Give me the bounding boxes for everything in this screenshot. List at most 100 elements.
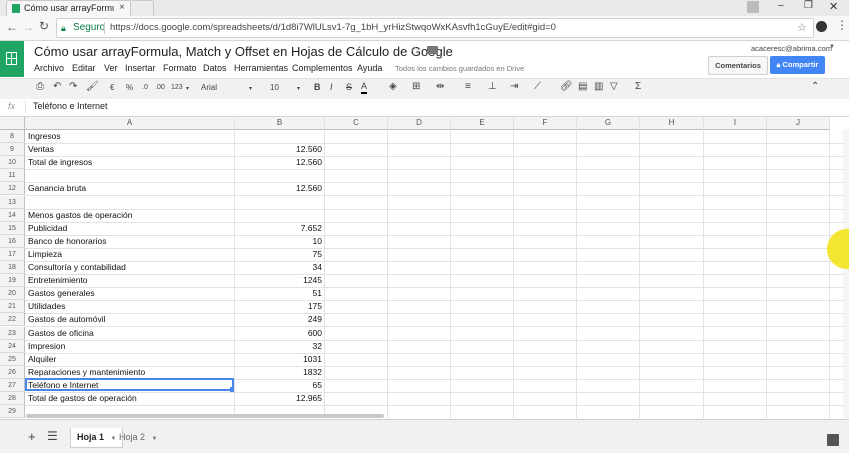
row-header[interactable]: 26 (0, 366, 25, 379)
text-wrap-icon[interactable]: ⇥ (510, 81, 518, 92)
menu-ayuda[interactable]: Ayuda (357, 63, 382, 73)
cell-a[interactable]: Ventas (28, 143, 54, 156)
fill-color-icon[interactable]: ◈ (389, 81, 397, 92)
explore-icon[interactable] (827, 434, 839, 446)
undo-icon[interactable]: ↶ (53, 81, 61, 92)
font-size-dropdown-icon[interactable]: ▾ (297, 85, 300, 92)
font-size-select[interactable]: 10 (270, 83, 279, 92)
currency-format-button[interactable]: € (110, 83, 114, 92)
row-header[interactable]: 27 (0, 379, 25, 392)
increase-decimals-button[interactable]: .00 (155, 84, 165, 91)
select-all-corner[interactable] (0, 117, 25, 130)
menu-insertar[interactable]: Insertar (125, 63, 156, 73)
bookmark-star-icon[interactable]: ☆ (797, 19, 807, 37)
account-email[interactable]: acaceresc@abrima.com (751, 44, 832, 53)
vertical-align-icon[interactable]: ⊥ (488, 81, 497, 92)
menu-editar[interactable]: Editar (72, 63, 96, 73)
browser-tab-active[interactable]: Cómo usar arrayFormula × (6, 0, 132, 17)
cell-b[interactable]: 34 (236, 261, 322, 274)
decrease-decimals-button[interactable]: .0 (142, 84, 148, 91)
column-header-f[interactable]: F (514, 117, 577, 130)
row-header[interactable]: 13 (0, 196, 25, 209)
row-header[interactable]: 25 (0, 353, 25, 366)
italic-button[interactable]: I (330, 82, 333, 92)
row-header[interactable]: 21 (0, 300, 25, 313)
column-header-h[interactable]: H (640, 117, 704, 130)
cell-b[interactable]: 1245 (236, 274, 322, 287)
cell-a[interactable]: Gastos de oficina (28, 327, 94, 340)
url-field[interactable]: 🔒︎ Seguro https://docs.google.com/spread… (56, 18, 814, 38)
cell-b[interactable]: 1832 (236, 366, 322, 379)
cell-b[interactable]: 1031 (236, 353, 322, 366)
spreadsheet-grid[interactable]: ABCDEFGHIJ 8 Ingresos 9 Ventas 12.560 10 Total… (0, 117, 849, 418)
share-button[interactable]: 🔒︎ Compartir (770, 56, 825, 74)
row-header[interactable]: 28 (0, 392, 25, 405)
cell-a[interactable]: Gastos generales (28, 287, 95, 300)
horizontal-align-icon[interactable]: ≡ (465, 81, 471, 92)
cell-a[interactable]: Ingresos (28, 130, 61, 143)
cell-b[interactable]: 10 (236, 235, 322, 248)
menu-complementos[interactable]: Complementos (292, 63, 353, 73)
menu-datos[interactable]: Datos (203, 63, 227, 73)
browser-menu-icon[interactable]: ⋮ (836, 18, 848, 32)
row-header[interactable]: 11 (0, 169, 25, 182)
back-arrow-icon[interactable]: ← (6, 20, 18, 34)
cell-b[interactable]: 51 (236, 287, 322, 300)
save-status[interactable]: Todos los cambios guardados en Drive (395, 64, 524, 73)
cell-b[interactable]: 12.560 (236, 182, 322, 195)
row-header[interactable]: 16 (0, 235, 25, 248)
minimize-icon[interactable]: – (778, 0, 784, 11)
row-header[interactable]: 15 (0, 222, 25, 235)
cell-a[interactable]: Utilidades (28, 300, 65, 313)
new-tab-button[interactable] (130, 0, 154, 17)
cell-a[interactable]: Impresion (28, 340, 65, 353)
insert-chart-icon[interactable]: ▥ (594, 81, 603, 92)
folder-icon[interactable] (427, 46, 438, 54)
filter-icon[interactable]: ▽ (610, 81, 618, 92)
close-window-icon[interactable]: ✕ (829, 0, 838, 13)
column-header-j[interactable]: J (767, 117, 830, 130)
cell-a[interactable]: Alquiler (28, 353, 56, 366)
row-header[interactable]: 14 (0, 209, 25, 222)
row-header[interactable]: 24 (0, 340, 25, 353)
row-header[interactable]: 29 (0, 405, 25, 418)
row-header[interactable]: 19 (0, 274, 25, 287)
all-sheets-icon[interactable]: ☰ (47, 429, 58, 443)
column-header-c[interactable]: C (325, 117, 388, 130)
menu-herramientas[interactable]: Herramientas (234, 63, 288, 73)
row-header[interactable]: 8 (0, 130, 25, 143)
font-family-select[interactable]: Arial (201, 83, 217, 92)
functions-button[interactable]: Σ (635, 81, 641, 92)
column-header-i[interactable]: I (704, 117, 767, 130)
column-header-e[interactable]: E (451, 117, 514, 130)
cell-a[interactable]: Banco de honorarios (28, 235, 106, 248)
row-header[interactable]: 9 (0, 143, 25, 156)
cell-b[interactable]: 75 (236, 248, 322, 261)
cell-a[interactable]: Gastos de automóvil (28, 313, 105, 326)
reload-icon[interactable]: ↻ (39, 19, 49, 33)
text-color-button[interactable]: A (361, 81, 368, 94)
row-header[interactable]: 23 (0, 327, 25, 340)
comments-button[interactable]: Comentarios (708, 56, 768, 75)
cell-a[interactable]: Publicidad (28, 222, 67, 235)
row-header[interactable]: 22 (0, 313, 25, 326)
cell-b[interactable]: 7.652 (236, 222, 322, 235)
cell-a[interactable]: Total de ingresos (28, 156, 92, 169)
document-title[interactable]: Cómo usar arrayFormula, Match y Offset e… (34, 44, 453, 59)
cell-b[interactable]: 12.560 (236, 156, 322, 169)
percent-format-button[interactable]: % (126, 83, 133, 92)
column-header-d[interactable]: D (388, 117, 451, 130)
borders-icon[interactable]: ⊞ (412, 81, 420, 92)
bold-button[interactable]: B (314, 82, 321, 92)
more-formats-button[interactable]: 123 (171, 84, 183, 91)
cell-b[interactable]: 600 (236, 327, 322, 340)
cell-b[interactable]: 65 (236, 379, 322, 392)
maximize-icon[interactable]: ❐ (804, 0, 813, 11)
sheet-tab-dropdown-icon[interactable]: ▼ (152, 436, 158, 442)
add-sheet-button[interactable]: + (28, 429, 36, 444)
print-icon[interactable]: ⎙ (36, 81, 44, 92)
menu-formato[interactable]: Formato (163, 63, 197, 73)
cell-a[interactable]: Consultoría y contabilidad (28, 261, 126, 274)
cell-a[interactable]: Limpieza (28, 248, 62, 261)
collapse-menus-icon[interactable]: ⌃ (811, 81, 819, 92)
